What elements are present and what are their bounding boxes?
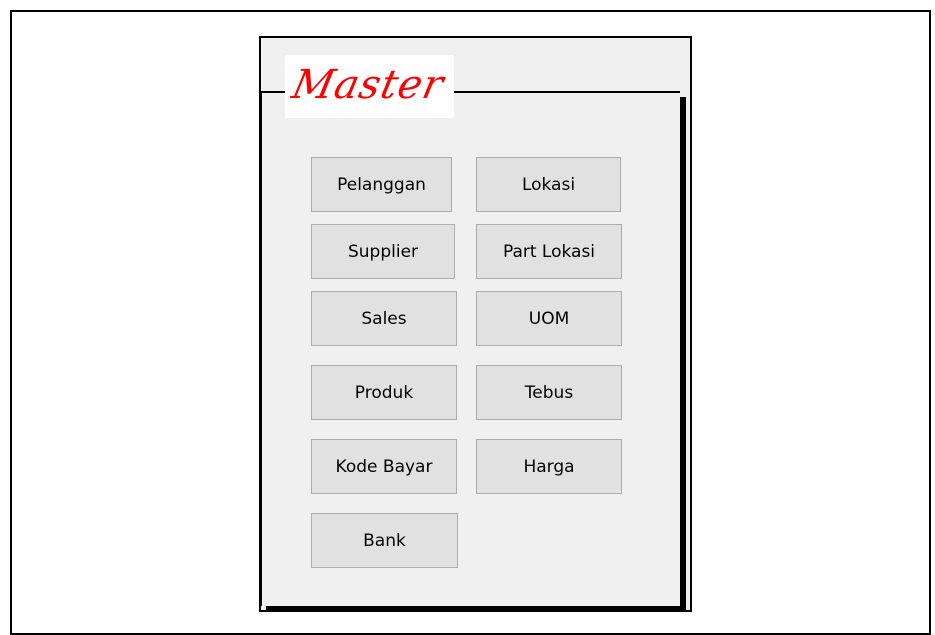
window-title: Master [288, 62, 449, 108]
bank-button[interactable]: Bank [311, 513, 458, 568]
title-box: Master [285, 55, 454, 118]
uom-button[interactable]: UOM [476, 291, 622, 346]
part-lokasi-button[interactable]: Part Lokasi [476, 224, 622, 279]
tebus-button[interactable]: Tebus [476, 365, 622, 420]
pelanggan-button[interactable]: Pelanggan [311, 157, 452, 212]
produk-button[interactable]: Produk [311, 365, 457, 420]
kode-bayar-button[interactable]: Kode Bayar [311, 439, 457, 494]
supplier-button[interactable]: Supplier [311, 224, 455, 279]
lokasi-button[interactable]: Lokasi [476, 157, 621, 212]
harga-button[interactable]: Harga [476, 439, 622, 494]
sales-button[interactable]: Sales [311, 291, 457, 346]
